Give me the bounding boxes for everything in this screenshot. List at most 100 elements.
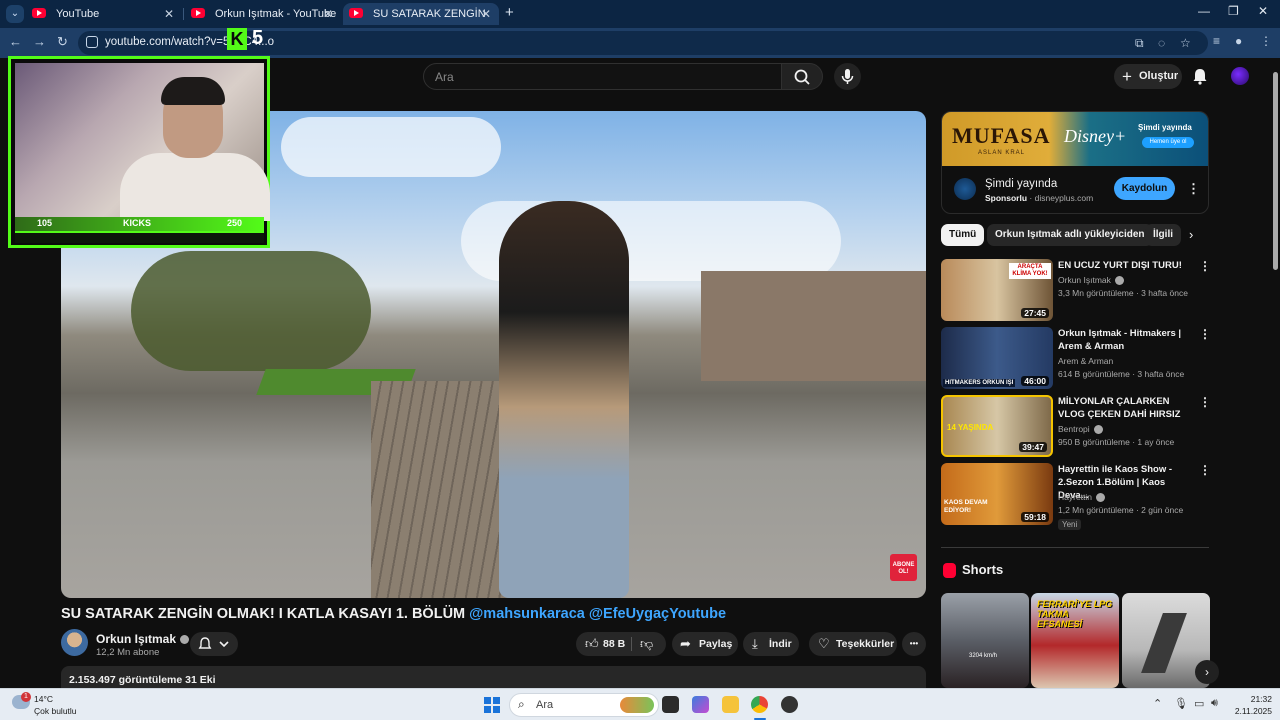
tab-channel[interactable]: Orkun Işıtmak - YouTube ✕ [185, 3, 341, 25]
short-item[interactable]: 3204 km/h [941, 593, 1029, 688]
restore-icon[interactable]: ❐ [1228, 4, 1239, 18]
new-tab-button[interactable]: + [505, 4, 514, 21]
browser-menu-icon[interactable]: ⋮ [1260, 34, 1272, 48]
reload-icon[interactable]: ↻ [57, 34, 68, 50]
recommendation-item[interactable]: HITMAKERS ORKUN IŞI 46:00 Orkun Işıtmak … [941, 327, 1211, 389]
recommendation-title[interactable]: MİLYONLAR ÇALARKEN VLOG ÇEKEN DAHİ HIRSI… [1058, 395, 1193, 421]
more-options-icon[interactable]: ⋮ [1199, 463, 1211, 477]
copilot-icon[interactable] [692, 696, 709, 713]
recommendation-meta: 3,3 Mn görüntüleme · 3 hafta önce [1058, 288, 1188, 298]
like-icon[interactable]: 👍︎ [585, 632, 599, 656]
recommendation-item[interactable]: ARAÇTA KLİMA YOK! 27:45 EN UCUZ YURT DIŞ… [941, 259, 1211, 321]
back-icon[interactable]: ← [9, 34, 22, 49]
video-frame-person [499, 201, 629, 598]
video-frame-building [701, 271, 926, 381]
search-input[interactable]: Ara [423, 63, 782, 90]
close-tab-icon[interactable]: ✕ [481, 3, 491, 25]
site-info-icon[interactable] [86, 36, 98, 48]
weather-description[interactable]: Çok bulutlu [34, 706, 77, 716]
thumbnail-text: ARAÇTA KLİMA YOK! [1009, 263, 1051, 279]
bookmark-star-icon[interactable]: ☆ [1180, 36, 1191, 50]
ad-title[interactable]: Şimdi yayında [985, 178, 1057, 190]
recommendation-item[interactable]: KAOS DEVAM EDİYOR! 59:18 Hayrettin ile K… [941, 463, 1211, 530]
recommendation-item[interactable]: 14 YAŞINDA 39:47 MİLYONLAR ÇALARKEN VLOG… [941, 395, 1211, 457]
clock-time[interactable]: 21:32 [1236, 694, 1272, 704]
thanks-button[interactable]: ♡ Teşekkürler [809, 632, 897, 656]
like-divider [631, 637, 632, 651]
close-window-icon[interactable]: ✕ [1258, 4, 1268, 18]
ad-banner-image[interactable]: MUFASA ASLAN KRAL Disney+ Şimdi yayında … [942, 112, 1208, 166]
task-view-icon[interactable] [662, 696, 679, 713]
recommendation-thumbnail[interactable]: KAOS DEVAM EDİYOR! 59:18 [941, 463, 1053, 525]
scrollbar-thumb[interactable] [1273, 72, 1278, 270]
chevron-right-icon[interactable]: › [1189, 227, 1193, 242]
recommendation-channel[interactable]: Hayrettin [1058, 492, 1106, 503]
windows-start-icon[interactable] [484, 697, 500, 713]
channel-text[interactable]: Orkun Işıtmak [1058, 275, 1111, 285]
subscribe-watermark[interactable]: ABONE OL! [890, 554, 917, 581]
shorts-next-icon[interactable]: › [1195, 660, 1219, 684]
verified-icon [1096, 493, 1106, 503]
channel-avatar[interactable] [61, 629, 88, 656]
close-tab-icon[interactable]: ✕ [323, 3, 333, 25]
like-count[interactable]: 88 B [603, 632, 625, 656]
reading-list-icon[interactable]: ≡ [1213, 34, 1220, 48]
download-button[interactable]: ⤓ İndir [743, 632, 799, 656]
recommendation-channel[interactable]: Orkun Işıtmak [1058, 275, 1124, 286]
more-options-icon[interactable]: ⋮ [1199, 327, 1211, 341]
network-icon[interactable]: ▭ [1194, 697, 1204, 710]
subscription-notification-button[interactable] [190, 632, 238, 656]
ad-more-icon[interactable]: ⋮ [1187, 181, 1200, 197]
account-avatar[interactable] [1231, 67, 1249, 85]
volume-icon[interactable]: 🔊︎ [1211, 697, 1218, 710]
share-button[interactable]: ➦ Paylaş [672, 632, 738, 656]
notifications-bell-icon[interactable] [1192, 68, 1208, 85]
channel-name-text[interactable]: Orkun Işıtmak [96, 632, 176, 646]
more-actions-button[interactable]: ••• [902, 632, 926, 656]
create-button[interactable]: + Oluştur [1114, 64, 1182, 89]
forward-icon[interactable]: → [33, 34, 46, 49]
clock-date[interactable]: 2.11.2025 [1230, 706, 1272, 716]
ad-cta-button[interactable]: Kaydolun [1114, 177, 1175, 200]
recommendation-title[interactable]: Orkun Işıtmak - Hitmakers | Arem & Arman [1058, 327, 1193, 353]
file-explorer-icon[interactable] [722, 696, 739, 713]
cast-icon[interactable]: ⧉ [1135, 36, 1144, 51]
more-options-icon[interactable]: ⋮ [1199, 259, 1211, 273]
microphone-tray-icon[interactable]: 🎙︎ [1174, 697, 1188, 710]
channel-text[interactable]: Hayrettin [1058, 492, 1092, 502]
chrome-icon[interactable] [751, 696, 768, 713]
voice-search-button[interactable] [834, 63, 861, 90]
recommendation-thumbnail[interactable]: 14 YAŞINDA 39:47 [941, 395, 1053, 457]
weather-temperature[interactable]: 14°C [34, 694, 53, 704]
video-title-mentions[interactable]: @mahsunkaraca @EfeUygaçYoutube [469, 606, 726, 622]
tab-search-icon[interactable]: ⌄ [6, 5, 24, 23]
video-frame-trees [131, 251, 371, 371]
close-tab-icon[interactable]: ✕ [164, 3, 174, 25]
recommendation-channel[interactable]: Bentropi [1058, 424, 1103, 435]
hide-eye-icon[interactable]: ◌ [1158, 36, 1165, 50]
recommendation-title[interactable]: EN UCUZ YURT DIŞI TURU! [1058, 259, 1193, 272]
tab-youtube[interactable]: YouTube ✕ [26, 3, 182, 25]
search-button[interactable] [781, 63, 823, 90]
channel-text[interactable]: Bentropi [1058, 424, 1090, 434]
minimize-icon[interactable]: — [1198, 4, 1210, 18]
chip-all[interactable]: Tümü [941, 224, 985, 246]
browser-toolbar: ← → ↻ youtube.com/watch?v=5HcC4...o ⧉ ◌ … [0, 28, 1280, 58]
description-box[interactable]: 2.153.497 görüntüleme 31 Eki [61, 666, 926, 688]
app-icon[interactable] [781, 696, 798, 713]
dislike-icon[interactable]: 👎︎ [640, 632, 653, 656]
chip-from-uploader[interactable]: Orkun Işıtmak adlı yükleyiciden [987, 224, 1153, 246]
tray-chevron-icon[interactable]: ⌃ [1153, 697, 1162, 710]
short-item[interactable]: FERRARİ'YE LPG TAKMA EFSANESİ [1031, 593, 1119, 688]
recommendation-thumbnail[interactable]: HITMAKERS ORKUN IŞI 46:00 [941, 327, 1053, 389]
ad-card[interactable]: MUFASA ASLAN KRAL Disney+ Şimdi yayında … [941, 111, 1209, 214]
recommendation-thumbnail[interactable]: ARAÇTA KLİMA YOK! 27:45 [941, 259, 1053, 321]
taskbar-search-input[interactable]: ⌕ Ara [509, 693, 659, 717]
kick-logo-icon: K [227, 28, 247, 50]
chip-related[interactable]: İlgili [1145, 224, 1181, 246]
tab-video-active[interactable]: SU SATARAK ZENGİN OLMAK! I ✕ [343, 3, 499, 42]
more-options-icon[interactable]: ⋮ [1199, 395, 1211, 409]
recommendation-channel[interactable]: Arem & Arman [1058, 356, 1113, 366]
profile-icon[interactable]: ● [1235, 34, 1242, 48]
channel-name[interactable]: Orkun Işıtmak [96, 632, 190, 646]
